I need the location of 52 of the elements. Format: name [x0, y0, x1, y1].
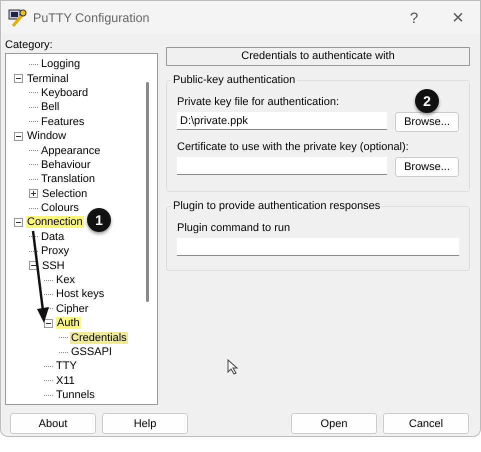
dialog-button[interactable]: Cancel	[383, 413, 469, 434]
collapse-icon[interactable]	[14, 218, 23, 227]
computer-key-icon	[7, 8, 27, 28]
window-title: PuTTY Configuration	[33, 11, 150, 25]
group-title: Plugin to provide authentication responses	[171, 200, 382, 213]
tree-item[interactable]: Kex	[55, 274, 76, 286]
tree-item[interactable]: Translation	[40, 173, 96, 186]
tree-item[interactable]: Behaviour	[40, 158, 92, 171]
tree-item[interactable]: Credentials	[70, 332, 128, 344]
tree-item[interactable]: Connection	[26, 216, 84, 228]
tree-item[interactable]: SSH	[41, 260, 66, 272]
tree-item[interactable]: Window	[26, 130, 68, 142]
mouse-cursor-icon	[227, 359, 239, 375]
input-field[interactable]: D:\private.ppk	[177, 112, 387, 130]
tree-item[interactable]: TTY	[55, 360, 78, 372]
panel-heading: Credentials to authenticate with	[166, 47, 470, 66]
tree-item[interactable]: Logging	[40, 58, 82, 70]
tree-item[interactable]: Colours	[40, 202, 80, 214]
expand-icon[interactable]	[29, 189, 38, 198]
input-field[interactable]	[177, 238, 459, 256]
dialog-button[interactable]: Help	[102, 413, 188, 434]
dialog-button[interactable]: About	[10, 413, 96, 434]
collapse-icon[interactable]	[44, 318, 53, 328]
group-title: Public-key authentication	[171, 74, 298, 87]
tree-item[interactable]: X11	[55, 374, 76, 387]
field-label: Private key file for authentication:	[177, 95, 340, 109]
tree-item[interactable]: Data	[40, 230, 66, 243]
dialog-button[interactable]: Open	[291, 413, 377, 434]
close-button[interactable]: ×	[436, 1, 480, 35]
field-label: Plugin command to run	[177, 221, 290, 235]
category-label: Category:	[5, 38, 54, 53]
tree-item[interactable]: Cipher	[55, 302, 90, 315]
tree-item[interactable]: Keyboard	[40, 86, 90, 99]
browse-button[interactable]: Browse...	[395, 112, 459, 132]
input-field[interactable]	[177, 157, 387, 175]
tree-item[interactable]: Appearance	[40, 144, 102, 157]
tree-item[interactable]: Bell	[40, 101, 60, 114]
collapse-icon[interactable]	[14, 74, 23, 84]
collapse-icon[interactable]	[14, 132, 23, 141]
browse-button[interactable]: Browse...	[395, 157, 459, 177]
tree-item[interactable]: Features	[40, 116, 86, 128]
tree-item[interactable]: Auth	[56, 317, 81, 330]
step-badge: 2	[415, 89, 439, 113]
tree-item[interactable]: Terminal	[26, 72, 70, 85]
field-label: Certificate to use with the private key (optional):	[177, 140, 409, 154]
tree-item[interactable]: Proxy	[40, 245, 70, 258]
tree-item[interactable]: Selection	[41, 188, 88, 200]
scrollbar-thumb[interactable]	[146, 82, 149, 302]
help-button[interactable]: ?	[392, 1, 436, 35]
tree-item[interactable]: GSSAPI	[70, 346, 113, 358]
tree-item[interactable]: Host keys	[55, 288, 106, 300]
tree-item[interactable]: Tunnels	[55, 389, 96, 402]
